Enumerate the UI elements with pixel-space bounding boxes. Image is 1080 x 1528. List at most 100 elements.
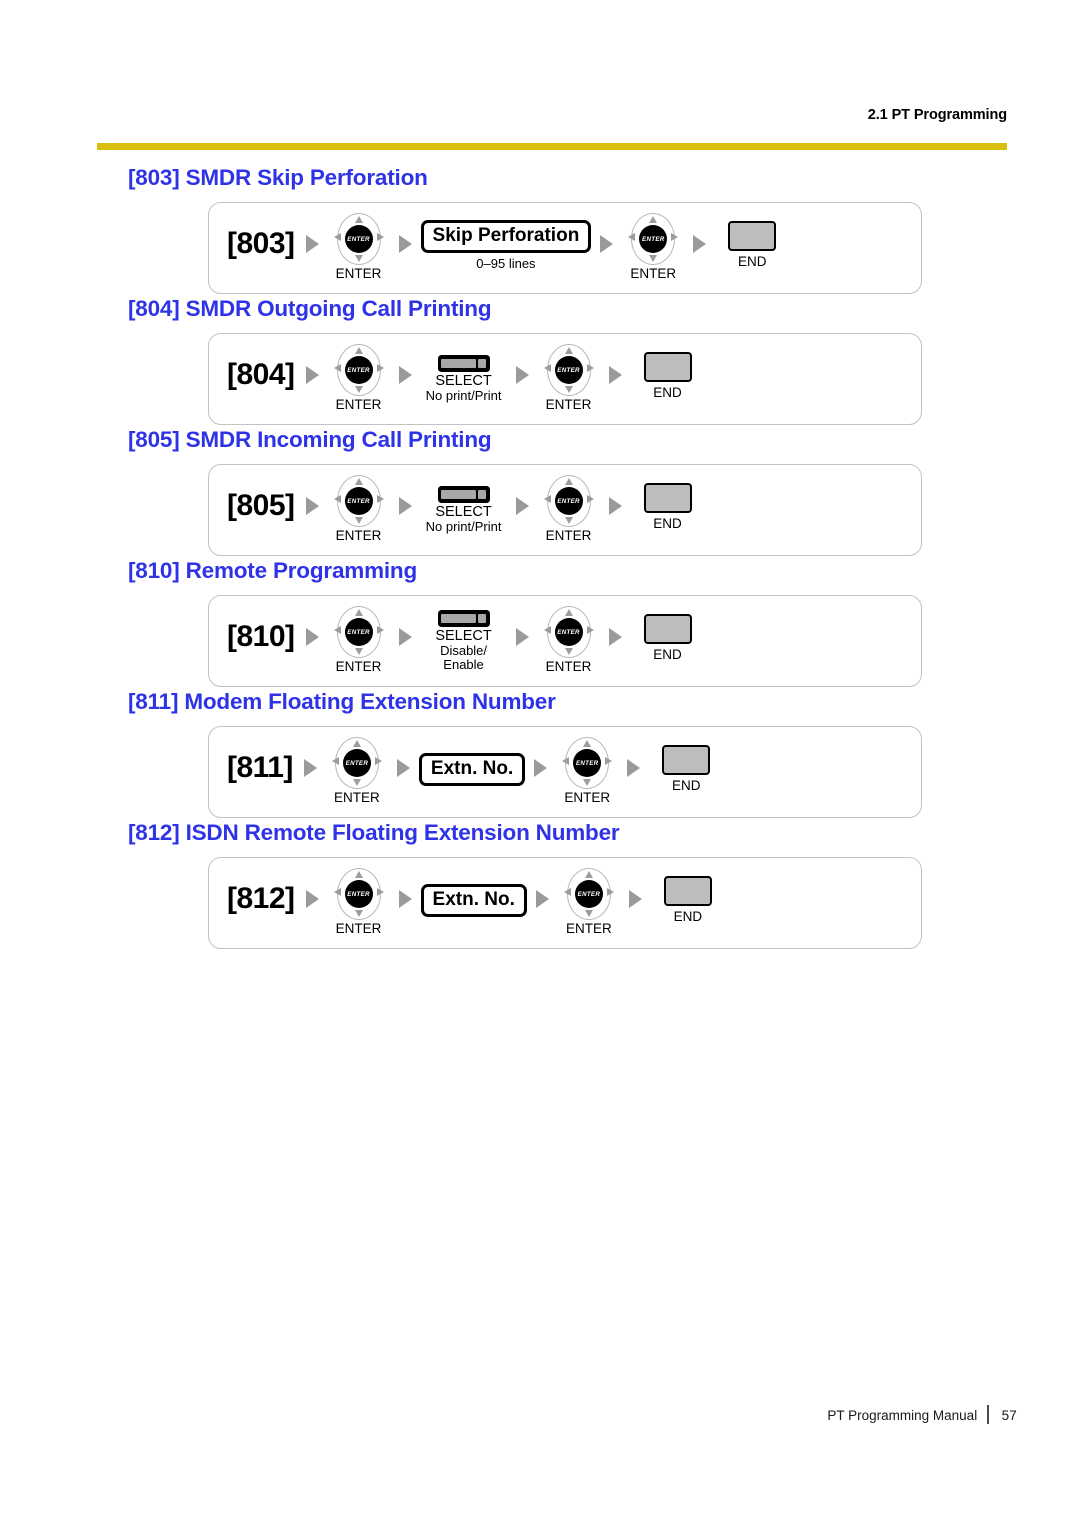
enter-hub-label: ENTER	[344, 487, 373, 515]
end-key-icon[interactable]	[643, 614, 692, 644]
navigator-knob-icon[interactable]: ENTER	[543, 344, 595, 396]
enter-key-second[interactable]: ENTER ENTER	[538, 344, 600, 412]
enter-key-first[interactable]: ENTER ENTER	[326, 737, 388, 805]
enter-key-first[interactable]: ENTER ENTER	[328, 344, 390, 412]
arrow-up-icon	[354, 609, 363, 616]
flow-arrow-icon	[398, 890, 412, 908]
arrow-up-icon	[584, 871, 593, 878]
flow-arrow-icon	[628, 890, 642, 908]
select-key-icon[interactable]	[437, 610, 490, 627]
section-heading: [804] SMDR Outgoing Call Printing	[128, 296, 492, 321]
end-key-step[interactable]: END	[631, 614, 705, 662]
flow-arrow-icon	[398, 497, 412, 515]
navigator-knob-icon[interactable]: ENTER	[333, 475, 385, 527]
arrow-left-icon	[333, 495, 341, 503]
enter-key-first[interactable]: ENTER ENTER	[328, 606, 390, 674]
flow-arrow-icon	[693, 235, 707, 253]
enter-key-second[interactable]: ENTER ENTER	[558, 868, 620, 936]
select-key-step[interactable]: SELECT Disable/Enable	[421, 610, 507, 672]
end-key-step[interactable]: END	[631, 352, 705, 400]
navigator-knob-icon[interactable]: ENTER	[561, 737, 613, 789]
navigator-knob-icon[interactable]: ENTER	[331, 737, 383, 789]
navigator-knob-icon[interactable]: ENTER	[333, 213, 385, 265]
navigator-knob-icon[interactable]: ENTER	[543, 606, 595, 658]
page-footer: PT Programming Manual 57	[0, 1405, 1080, 1424]
end-key-icon[interactable]	[643, 483, 692, 513]
arrow-down-icon	[564, 386, 573, 393]
navigator-knob-icon[interactable]: ENTER	[563, 868, 615, 920]
arrow-up-icon	[564, 609, 573, 616]
select-key-caption: SELECT	[435, 373, 492, 389]
enter-key-first[interactable]: ENTER ENTER	[328, 213, 390, 281]
programming-flow-row: [804] ENTER ENTER SELECT No print/Print ENTER…	[227, 334, 705, 426]
enter-hub-label: ENTER	[574, 880, 603, 908]
data-entry-box[interactable]: Extn. No.	[420, 883, 527, 917]
flow-arrow-icon	[515, 497, 529, 515]
enter-key-caption: ENTER	[335, 528, 382, 543]
end-key-caption: END	[671, 778, 701, 793]
arrow-up-icon	[564, 478, 573, 485]
end-key-step[interactable]: END	[649, 745, 723, 793]
enter-key-second[interactable]: ENTER ENTER	[538, 606, 600, 674]
data-entry-box[interactable]: Extn. No.	[418, 752, 526, 786]
end-key-icon[interactable]	[662, 745, 711, 775]
enter-key-caption: ENTER	[334, 790, 380, 805]
enter-key-second[interactable]: ENTER ENTER	[622, 213, 684, 281]
navigator-knob-icon[interactable]: ENTER	[627, 213, 679, 265]
arrow-down-icon	[583, 779, 592, 786]
end-key-step[interactable]: END	[715, 221, 789, 269]
navigator-knob-icon[interactable]: ENTER	[543, 475, 595, 527]
enter-key-first[interactable]: ENTER ENTER	[328, 868, 390, 936]
arrow-down-icon	[352, 779, 361, 786]
end-key-step[interactable]: END	[651, 876, 725, 924]
select-key-step[interactable]: SELECT No print/Print	[421, 486, 507, 534]
footer-page-number: 57	[1001, 1408, 1017, 1423]
select-key-pad-right	[477, 358, 486, 369]
end-key-caption: END	[738, 254, 767, 269]
arrow-up-icon	[354, 216, 363, 223]
header-section-title: 2.1 PT Programming	[867, 107, 1007, 123]
program-section: [811] Modem Floating Extension Number [81…	[0, 687, 1080, 818]
data-entry-step[interactable]: Extn. No.	[418, 752, 526, 786]
select-key-step[interactable]: SELECT No print/Print	[421, 355, 507, 403]
arrow-down-icon	[354, 517, 363, 524]
data-entry-box[interactable]: Skip Perforation	[420, 219, 592, 253]
select-key-icon[interactable]	[437, 486, 490, 503]
select-key-caption: SELECT	[435, 628, 492, 644]
arrow-left-icon	[333, 888, 341, 896]
enter-key-second[interactable]: ENTER ENTER	[538, 475, 600, 543]
programming-flow-row: [803] ENTER ENTER Skip Perforation 0–95 line…	[227, 203, 789, 295]
enter-key-second[interactable]: ENTER ENTER	[556, 737, 618, 805]
enter-key-caption: ENTER	[335, 266, 382, 281]
arrow-left-icon	[333, 364, 341, 372]
program-section: [805] SMDR Incoming Call Printing [805] EN…	[0, 425, 1080, 556]
end-key-step[interactable]: END	[631, 483, 705, 531]
flow-arrow-icon	[396, 759, 410, 777]
arrow-right-icon	[586, 626, 594, 634]
enter-hub-label: ENTER	[344, 225, 373, 253]
section-heading: [805] SMDR Incoming Call Printing	[128, 427, 492, 452]
flow-arrow-icon	[608, 628, 622, 646]
enter-key-first[interactable]: ENTER ENTER	[328, 475, 390, 543]
end-key-icon[interactable]	[643, 352, 692, 382]
section-heading: [803] SMDR Skip Perforation	[128, 165, 428, 190]
program-code-label: [811]	[227, 751, 293, 784]
enter-hub-label: ENTER	[344, 356, 373, 384]
navigator-knob-icon[interactable]: ENTER	[333, 606, 385, 658]
enter-key-caption: ENTER	[545, 659, 592, 674]
arrow-right-icon	[374, 757, 382, 765]
navigator-knob-icon[interactable]: ENTER	[333, 344, 385, 396]
data-entry-step[interactable]: Extn. No.	[420, 883, 527, 917]
select-options: No print/Print	[425, 519, 502, 534]
select-key-icon[interactable]	[437, 355, 490, 372]
footer-manual-title: PT Programming Manual	[827, 1408, 978, 1423]
enter-hub-label: ENTER	[344, 618, 373, 646]
data-entry-step[interactable]: Skip Perforation 0–95 lines	[420, 219, 592, 271]
end-key-icon[interactable]	[728, 221, 777, 251]
arrow-left-icon	[562, 757, 570, 765]
flow-arrow-icon	[398, 366, 412, 384]
flow-arrow-icon	[600, 235, 614, 253]
end-key-icon[interactable]	[663, 876, 712, 906]
navigator-knob-icon[interactable]: ENTER	[333, 868, 385, 920]
section-heading: [811] Modem Floating Extension Number	[128, 689, 556, 714]
